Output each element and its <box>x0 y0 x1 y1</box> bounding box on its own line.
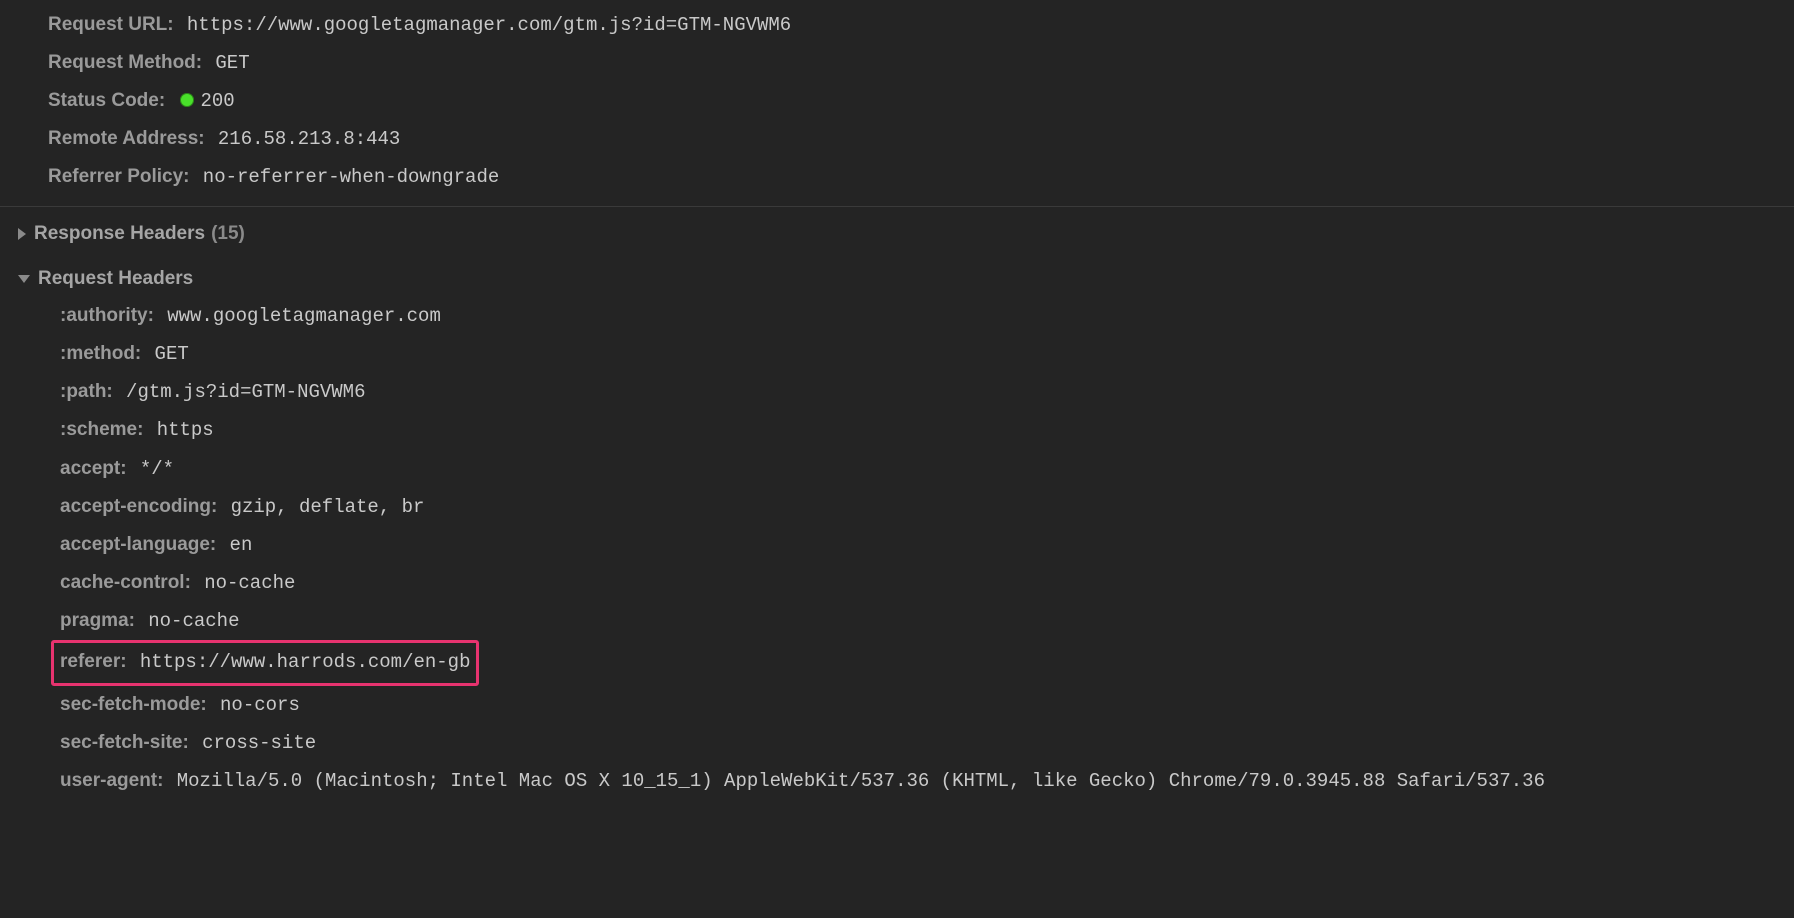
value-accept-language[interactable]: en <box>230 534 253 556</box>
label-path: :path: <box>60 381 113 402</box>
label-scheme: :scheme: <box>60 419 143 440</box>
value-user-agent[interactable]: Mozilla/5.0 (Macintosh; Intel Mac OS X 1… <box>177 770 1545 792</box>
header-cache-control: cache-control: no-cache <box>12 564 1794 602</box>
header-method: :method: GET <box>12 335 1794 373</box>
header-authority: :authority: www.googletagmanager.com <box>12 297 1794 335</box>
value-authority[interactable]: www.googletagmanager.com <box>167 305 441 327</box>
highlight-annotation: referer: https://www.harrods.com/en-gb <box>51 640 479 686</box>
general-request-method: Request Method: GET <box>0 44 1794 82</box>
value-remote-address[interactable]: 216.58.213.8:443 <box>218 128 400 150</box>
value-referer[interactable]: https://www.harrods.com/en-gb <box>140 651 471 673</box>
network-headers-panel: Request URL: https://www.googletagmanage… <box>0 0 1794 918</box>
label-accept-encoding: accept-encoding: <box>60 496 217 517</box>
chevron-down-icon <box>18 275 30 283</box>
general-remote-address: Remote Address: 216.58.213.8:443 <box>0 120 1794 158</box>
label-request-url: Request URL: <box>48 14 174 35</box>
label-method: :method: <box>60 343 141 364</box>
header-user-agent: user-agent: Mozilla/5.0 (Macintosh; Inte… <box>12 762 1794 800</box>
label-accept-language: accept-language: <box>60 534 216 555</box>
value-method[interactable]: GET <box>155 343 189 365</box>
label-referrer-policy: Referrer Policy: <box>48 166 190 187</box>
label-status-code: Status Code: <box>48 90 165 111</box>
general-referrer-policy: Referrer Policy: no-referrer-when-downgr… <box>0 158 1794 196</box>
header-sec-fetch-mode: sec-fetch-mode: no-cors <box>12 686 1794 724</box>
label-cache-control: cache-control: <box>60 572 191 593</box>
label-user-agent: user-agent: <box>60 770 163 791</box>
response-headers-title: Response Headers <box>34 215 205 252</box>
header-path: :path: /gtm.js?id=GTM-NGVWM6 <box>12 373 1794 411</box>
header-referer: referer: https://www.harrods.com/en-gb <box>12 640 1794 686</box>
header-accept: accept: */* <box>12 450 1794 488</box>
label-sec-fetch-site: sec-fetch-site: <box>60 732 189 753</box>
response-headers-section: Response Headers (15) <box>0 207 1794 252</box>
label-request-method: Request Method: <box>48 52 202 73</box>
label-sec-fetch-mode: sec-fetch-mode: <box>60 694 207 715</box>
value-path[interactable]: /gtm.js?id=GTM-NGVWM6 <box>126 381 365 403</box>
status-dot-icon <box>180 93 194 107</box>
general-request-url: Request URL: https://www.googletagmanage… <box>0 6 1794 44</box>
value-sec-fetch-site[interactable]: cross-site <box>202 732 316 754</box>
response-headers-count: (15) <box>211 215 245 252</box>
request-headers-section: Request Headers :authority: www.googleta… <box>0 252 1794 800</box>
value-referrer-policy[interactable]: no-referrer-when-downgrade <box>203 166 499 188</box>
value-accept-encoding[interactable]: gzip, deflate, br <box>231 496 425 518</box>
value-sec-fetch-mode[interactable]: no-cors <box>220 694 300 716</box>
value-request-url[interactable]: https://www.googletagmanager.com/gtm.js?… <box>187 14 791 36</box>
general-status-code: Status Code: 200 <box>0 82 1794 120</box>
label-remote-address: Remote Address: <box>48 128 205 149</box>
value-pragma[interactable]: no-cache <box>148 610 239 632</box>
label-pragma: pragma: <box>60 610 135 631</box>
label-authority: :authority: <box>60 305 154 326</box>
request-headers-title: Request Headers <box>38 260 193 297</box>
header-scheme: :scheme: https <box>12 411 1794 449</box>
header-accept-encoding: accept-encoding: gzip, deflate, br <box>12 488 1794 526</box>
value-request-method[interactable]: GET <box>215 52 249 74</box>
response-headers-toggle[interactable]: Response Headers (15) <box>12 215 1794 252</box>
header-accept-language: accept-language: en <box>12 526 1794 564</box>
status-code-text: 200 <box>200 90 234 112</box>
request-headers-toggle[interactable]: Request Headers <box>12 260 1794 297</box>
header-pragma: pragma: no-cache <box>12 602 1794 640</box>
label-referer: referer: <box>60 651 127 672</box>
header-sec-fetch-site: sec-fetch-site: cross-site <box>12 724 1794 762</box>
value-cache-control[interactable]: no-cache <box>204 572 295 594</box>
label-accept: accept: <box>60 458 127 479</box>
value-scheme[interactable]: https <box>157 419 214 441</box>
value-accept[interactable]: */* <box>140 458 174 480</box>
chevron-right-icon <box>18 228 26 240</box>
value-status-code[interactable]: 200 <box>178 90 234 112</box>
